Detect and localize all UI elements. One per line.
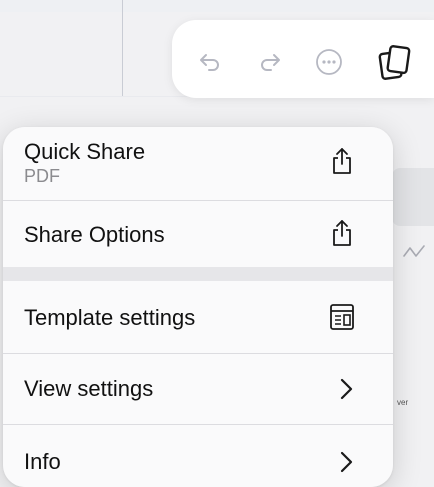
canvas-margin-line [122,0,123,96]
canvas-gray-block [392,168,434,226]
menu-group-gap [3,267,393,281]
menu-item-share-options[interactable]: Share Options [3,201,393,267]
undo-icon [200,54,219,71]
menu-item-label: Share Options [24,222,165,247]
menu-item-label: View settings [24,376,154,401]
pages-icon [378,45,411,80]
template-icon [327,302,357,332]
redo-button[interactable] [252,44,288,80]
menu-item-label: Template settings [24,305,196,330]
pages-button[interactable] [373,40,417,84]
canvas-partial-text: ver [397,398,409,407]
ellipsis-circle-icon [316,49,342,75]
canvas-top-strip [0,0,434,12]
undo-button[interactable] [192,44,228,80]
more-button[interactable] [311,44,347,80]
menu-item-view-settings[interactable]: View settings [3,354,393,424]
menu-item-label: Info [24,449,61,474]
share-icon [327,146,357,176]
share-icon [327,218,357,248]
redo-icon [261,54,280,71]
chevron-right-icon [331,374,361,404]
canvas-chevron-icon [403,245,425,257]
top-toolbar [172,20,434,98]
menu-item-template-settings[interactable]: Template settings [3,281,393,353]
more-options-menu: Quick Share PDF Share Options Template s… [3,127,393,487]
chevron-right-icon [331,447,361,477]
menu-item-info[interactable]: Info [3,425,393,487]
menu-item-sublabel: PDF [24,166,60,186]
menu-item-label: Quick Share [24,139,146,164]
menu-item-quick-share[interactable]: Quick Share PDF [3,127,393,200]
